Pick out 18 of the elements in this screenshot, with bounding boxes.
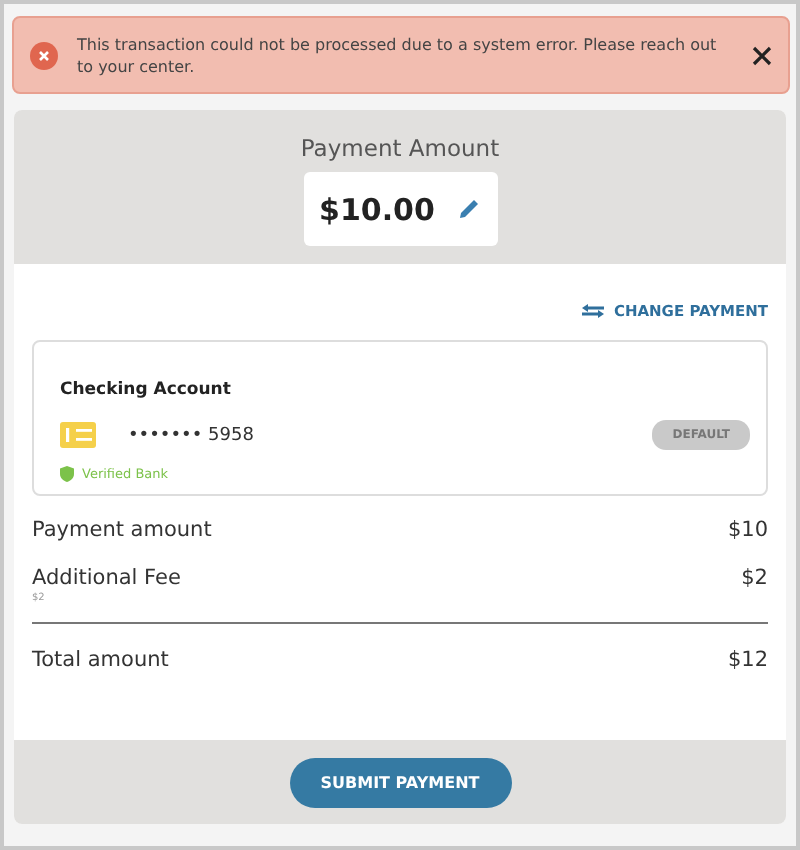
line-label: Additional Fee bbox=[32, 566, 181, 592]
line-label: Payment amount bbox=[32, 518, 212, 544]
close-icon[interactable] bbox=[751, 45, 771, 65]
submit-payment-button[interactable]: SUBMIT PAYMENT bbox=[289, 757, 511, 807]
line-value: $2 bbox=[741, 566, 768, 592]
pencil-icon[interactable] bbox=[458, 198, 481, 220]
error-message: This transaction could not be processed due to a system error. Please reach out to your center. bbox=[77, 33, 719, 77]
account-number: ••••••• 5958 bbox=[128, 425, 256, 445]
shield-check-icon bbox=[60, 466, 74, 482]
total-value: $12 bbox=[727, 648, 768, 674]
payment-amount-title: Payment Amount bbox=[300, 134, 500, 162]
account-name: Checking Account bbox=[60, 380, 231, 400]
error-icon bbox=[29, 41, 57, 69]
line-value: $10 bbox=[727, 518, 768, 544]
total-label: Total amount bbox=[32, 648, 169, 674]
amount-field[interactable]: $10.00 bbox=[303, 172, 497, 246]
bank-card-icon bbox=[60, 422, 96, 448]
swap-arrows-icon[interactable] bbox=[581, 302, 604, 320]
